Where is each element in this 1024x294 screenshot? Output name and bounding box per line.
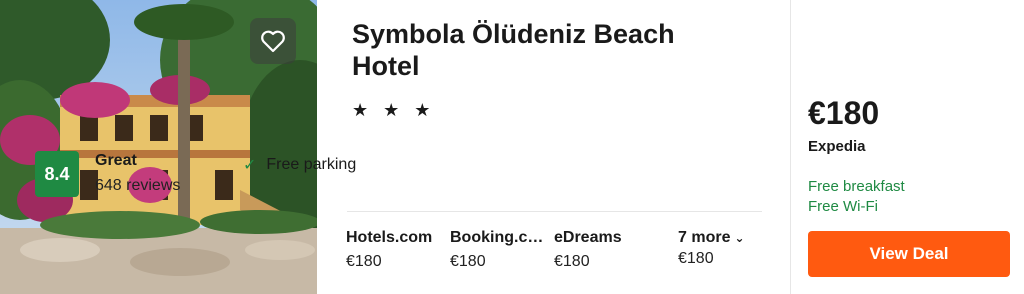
provider-price: €180 [554,253,590,270]
rating-score-badge: 8.4 [35,151,79,197]
column-separator [790,0,791,294]
more-providers[interactable]: 7 more ⌄ €180 [678,228,745,269]
more-providers-label: 7 more [678,229,731,246]
provider-price: €180 [346,253,382,270]
amenity-label: Free parking [266,156,357,173]
provider-name: Hotels.com [346,229,433,246]
hotel-photo[interactable] [0,0,317,294]
chevron-down-icon: ⌄ [734,231,745,245]
more-providers-toggle[interactable]: 7 more ⌄ [678,228,745,248]
perk-item: Free breakfast [808,178,905,195]
rating-row: 8.4 Great 648 reviews ✓ Free parking [35,151,455,197]
amenity-item: ✓ Free parking [243,155,356,175]
provider-item[interactable]: eDreams €180 [554,228,658,272]
deal-source: Expedia [808,138,866,155]
hotel-result-card[interactable]: Symbola Ölüdeniz Beach Hotel ★ ★ ★ 8.4 G… [0,0,1024,294]
star-rating: ★ ★ ★ [352,100,436,120]
deal-perks: Free breakfast Free Wi-Fi [808,177,1014,217]
rating-label: Great [95,152,137,169]
provider-name: Booking.com [450,229,545,246]
more-providers-price: €180 [678,250,714,267]
provider-name: eDreams [554,229,622,246]
review-count: 648 reviews [95,177,181,194]
hotel-name[interactable]: Symbola Ölüdeniz Beach Hotel [352,18,732,82]
view-deal-button[interactable]: View Deal [808,231,1010,277]
best-deal-panel: €180 Expedia Free breakfast Free Wi-Fi V… [808,0,1014,277]
divider [347,211,762,212]
check-icon: ✓ [243,157,257,174]
heart-icon [261,30,285,53]
favorite-button[interactable] [250,18,296,64]
perk-item: Free Wi-Fi [808,198,878,215]
rating-summary[interactable]: Great 648 reviews [95,151,180,197]
provider-price: €180 [450,253,486,270]
best-price[interactable]: €180 [808,95,1014,131]
provider-item[interactable]: Booking.com €180 [450,228,554,272]
provider-prices: Hotels.com €180 Booking.com €180 eDreams… [346,228,658,272]
provider-item[interactable]: Hotels.com €180 [346,228,450,272]
